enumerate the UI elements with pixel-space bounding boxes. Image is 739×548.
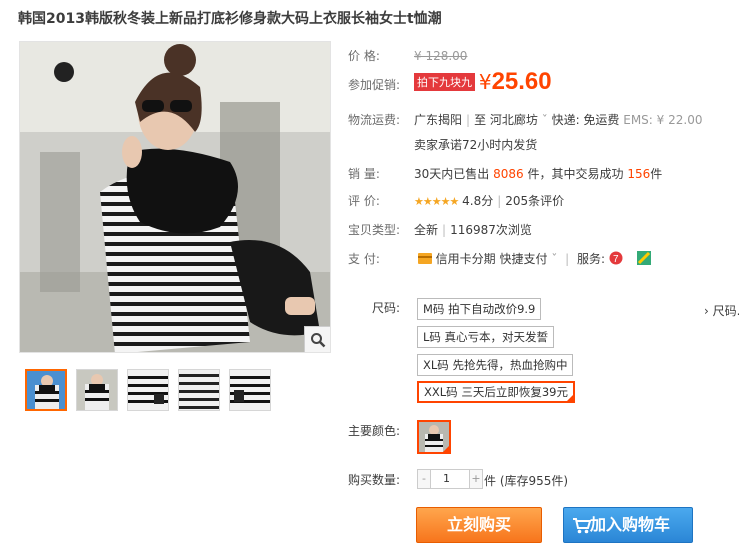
selected-check-icon: [441, 444, 449, 452]
thumbnail-5[interactable]: [229, 369, 271, 411]
quick-pay: 快捷支付: [499, 252, 548, 266]
quantity-label: 购买数量:: [348, 473, 401, 487]
size-option-xl[interactable]: XL码 先抢先得，热血抢购中: [417, 354, 574, 376]
product-title: 韩国2013韩版秋冬装上新品打底衫修身款大码上衣服长袖女士t恤潮: [18, 11, 442, 27]
delivery-promise: 卖家承诺72小时内发货: [414, 138, 538, 152]
payment-row: 支 付: 信用卡分期 快捷支付 ˇ | 服务: 7: [348, 250, 651, 267]
chevron-down-icon[interactable]: ˇ: [538, 113, 552, 127]
size-option-xxl-label: XXL码 三天后立即恢复39元: [424, 385, 568, 399]
shipping-label: 物流运费:: [348, 113, 401, 127]
thumbnail-2[interactable]: [76, 369, 118, 411]
color-label: 主要颜色:: [348, 424, 401, 438]
chevron-down-icon[interactable]: ˇ: [548, 252, 562, 266]
guarantee-icon: [636, 251, 651, 265]
buy-now-button[interactable]: 立刻购买: [416, 507, 542, 543]
credit-card-icon: [417, 253, 432, 264]
size-label: 尺码:: [372, 301, 401, 315]
ems-fee: EMS: ¥ 22.00: [623, 113, 703, 127]
item-condition: 全新: [414, 223, 439, 237]
quantity-stepper: - 1 +: [417, 468, 483, 490]
add-to-cart-label: 加入购物车: [590, 515, 671, 534]
thumbnail-3[interactable]: [127, 369, 169, 411]
item-type-row: 宝贝类型: 全新 | 116987次浏览: [348, 223, 532, 237]
thumbnail-4[interactable]: [178, 369, 220, 411]
quantity-decrease-button[interactable]: -: [417, 469, 431, 489]
selected-check-icon: [564, 393, 575, 403]
view-count: 116987次浏览: [450, 223, 532, 237]
express-fee: 快递: 免运费: [551, 113, 620, 127]
price-label: 价 格:: [348, 49, 380, 63]
promo-badge: 拍下九块九: [414, 73, 475, 91]
promo-label: 参加促销:: [348, 78, 401, 92]
zoom-button[interactable]: [304, 326, 330, 352]
quantity-increase-button[interactable]: +: [469, 469, 483, 489]
success-count: 156: [627, 167, 651, 181]
sales-mid: 件，其中交易成功: [527, 167, 624, 181]
size-more-link[interactable]: › 尺码.: [704, 302, 739, 319]
size-option-l[interactable]: L码 真心亏本，对天发誓: [417, 326, 555, 348]
review-count-link[interactable]: 205条评价: [505, 194, 564, 208]
shipping-row: 物流运费: 广东揭阳 | 至 河北廊坊 ˇ 快递: 免运费 EMS: ¥ 22.00: [348, 113, 703, 127]
service-label: 服务:: [577, 252, 606, 266]
magnifier-icon: [310, 332, 325, 347]
original-price: ¥ 128.00: [414, 49, 468, 63]
sales-suffix: 件: [650, 167, 663, 181]
shipping-destination[interactable]: 河北廊坊: [490, 113, 538, 127]
star-rating-icon: ★★★★★: [414, 195, 459, 208]
price-row: 价 格: ¥ 128.00: [348, 47, 467, 64]
item-type-label: 宝贝类型:: [348, 223, 401, 237]
size-option-xxl[interactable]: XXL码 三天后立即恢复39元: [417, 381, 575, 403]
sales-row: 销 量: 30天内已售出 8086 件，其中交易成功 156件: [348, 165, 662, 182]
current-price: 25.60: [491, 68, 552, 95]
stock-text: 件 (库存955件): [484, 474, 569, 488]
thumbnail-strip: [25, 369, 280, 411]
thumbnail-1[interactable]: [25, 369, 67, 411]
sales-label: 销 量:: [348, 167, 380, 181]
rating-label: 评 价:: [348, 194, 380, 208]
rating-score: 4.8分: [462, 194, 494, 208]
color-swatch[interactable]: [417, 420, 451, 454]
size-option-m[interactable]: M码 拍下自动改价9.9: [417, 298, 542, 320]
seven-day-return-icon: 7: [609, 251, 623, 265]
shopping-cart-icon: [573, 518, 592, 534]
currency-symbol: ¥: [478, 70, 492, 94]
quantity-input[interactable]: 1: [431, 469, 469, 489]
shipping-to: 至: [474, 113, 487, 127]
add-to-cart-button[interactable]: 加入购物车: [563, 507, 693, 543]
payment-label: 支 付:: [348, 252, 380, 266]
product-photo: [20, 42, 330, 352]
credit-installment: 信用卡分期: [435, 252, 496, 266]
shipping-origin: 广东揭阳: [414, 113, 463, 127]
main-product-image[interactable]: [19, 41, 331, 353]
rating-row: 评 价: ★★★★★ 4.8分 | 205条评价: [348, 194, 565, 208]
svg-text:7: 7: [613, 254, 619, 265]
sales-count: 8086: [493, 167, 524, 181]
sales-prefix: 30天内已售出: [414, 167, 490, 181]
promo-row: 参加促销: 拍下九块九 ¥25.60: [348, 68, 552, 96]
